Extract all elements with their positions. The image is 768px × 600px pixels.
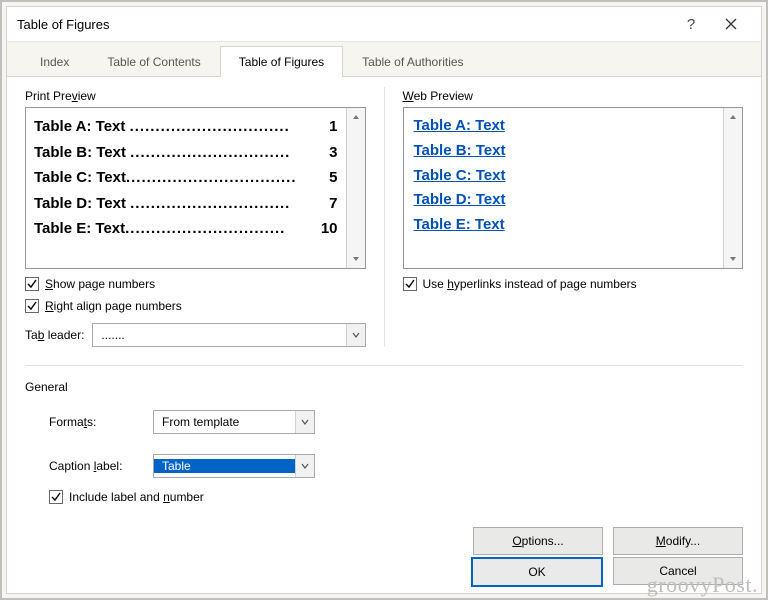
print-preview-label: Print Preview (25, 89, 366, 103)
print-preview-entry: Table C: Text...........................… (34, 165, 338, 191)
tabstrip: Index Table of Contents Table of Figures… (7, 42, 761, 77)
print-preview-entry: Table E: Text...........................… (34, 216, 338, 242)
close-icon (725, 18, 737, 30)
separator (25, 365, 743, 366)
caption-label-value: Table (154, 459, 295, 473)
check-icon (27, 279, 37, 289)
dialog-title: Table of Figures (17, 17, 110, 32)
ok-button[interactable]: OK (471, 557, 603, 587)
print-preview-scrollbar[interactable] (346, 108, 365, 268)
checkbox-label: Show page numbers (45, 277, 155, 291)
caption-label-label: Caption label: (49, 459, 145, 473)
print-preview-entry: Table A: Text ..........................… (34, 114, 338, 140)
formats-label: Formats: (49, 415, 145, 429)
chevron-down-icon[interactable] (295, 411, 314, 433)
show-page-numbers-checkbox[interactable]: Show page numbers (25, 277, 366, 291)
modify-button[interactable]: Modify... (613, 527, 743, 555)
web-preview-group: Web Preview Table A: Text Table B: Text … (403, 87, 744, 291)
checkbox-label: Use hyperlinks instead of page numbers (423, 277, 637, 291)
scroll-up-icon[interactable] (724, 108, 742, 126)
dialog-body: Print Preview Table A: Text ............… (7, 77, 761, 593)
vertical-separator (384, 87, 385, 347)
options-button[interactable]: Options... (473, 527, 603, 555)
button-row-primary: OK Cancel (471, 557, 743, 587)
button-row-secondary: Options... Modify... (473, 527, 743, 555)
web-preview-link[interactable]: Table E: Text (414, 213, 714, 238)
web-preview-link[interactable]: Table A: Text (414, 114, 714, 139)
close-button[interactable] (711, 7, 751, 41)
help-button[interactable]: ? (671, 7, 711, 41)
right-align-checkbox[interactable]: Right align page numbers (25, 299, 366, 313)
tab-leader-combo[interactable]: ....... (92, 323, 365, 347)
caption-label-combo[interactable]: Table (153, 454, 315, 478)
general-group: General Formats: From template Caption l… (25, 380, 743, 504)
titlebar: Table of Figures ? (7, 7, 761, 42)
print-preview-entry: Table D: Text ..........................… (34, 191, 338, 217)
check-icon (27, 301, 37, 311)
checkbox-label: Include label and number (69, 490, 204, 504)
web-preview-link[interactable]: Table B: Text (414, 139, 714, 164)
check-icon (51, 492, 61, 502)
tab-table-of-figures[interactable]: Table of Figures (220, 46, 343, 77)
cancel-button[interactable]: Cancel (613, 557, 743, 585)
scroll-down-icon[interactable] (724, 250, 742, 268)
tab-leader-label: Tab leader: (25, 328, 84, 342)
formats-combo[interactable]: From template (153, 410, 315, 434)
use-hyperlinks-checkbox[interactable]: Use hyperlinks instead of page numbers (403, 277, 744, 291)
web-preview-box: Table A: Text Table B: Text Table C: Tex… (403, 107, 744, 269)
web-preview-link[interactable]: Table C: Text (414, 164, 714, 189)
web-preview-link[interactable]: Table D: Text (414, 188, 714, 213)
include-label-checkbox[interactable]: Include label and number (49, 490, 743, 504)
general-label: General (25, 380, 743, 394)
tab-index[interactable]: Index (21, 46, 88, 77)
dialog-table-of-figures: Table of Figures ? Index Table of Conten… (6, 6, 762, 594)
chevron-down-icon[interactable] (346, 324, 365, 346)
scroll-down-icon[interactable] (347, 250, 365, 268)
checkbox-label: Right align page numbers (45, 299, 182, 313)
web-preview-scrollbar[interactable] (723, 108, 742, 268)
tab-leader-value: ....... (93, 328, 345, 342)
print-preview-group: Print Preview Table A: Text ............… (25, 87, 366, 347)
web-preview-label: Web Preview (403, 89, 744, 103)
chevron-down-icon[interactable] (295, 455, 314, 477)
tab-table-of-authorities[interactable]: Table of Authorities (343, 46, 482, 77)
scroll-up-icon[interactable] (347, 108, 365, 126)
check-icon (405, 279, 415, 289)
tab-table-of-contents[interactable]: Table of Contents (88, 46, 219, 77)
print-preview-box: Table A: Text ..........................… (25, 107, 366, 269)
formats-value: From template (154, 415, 295, 429)
print-preview-entry: Table B: Text ..........................… (34, 140, 338, 166)
